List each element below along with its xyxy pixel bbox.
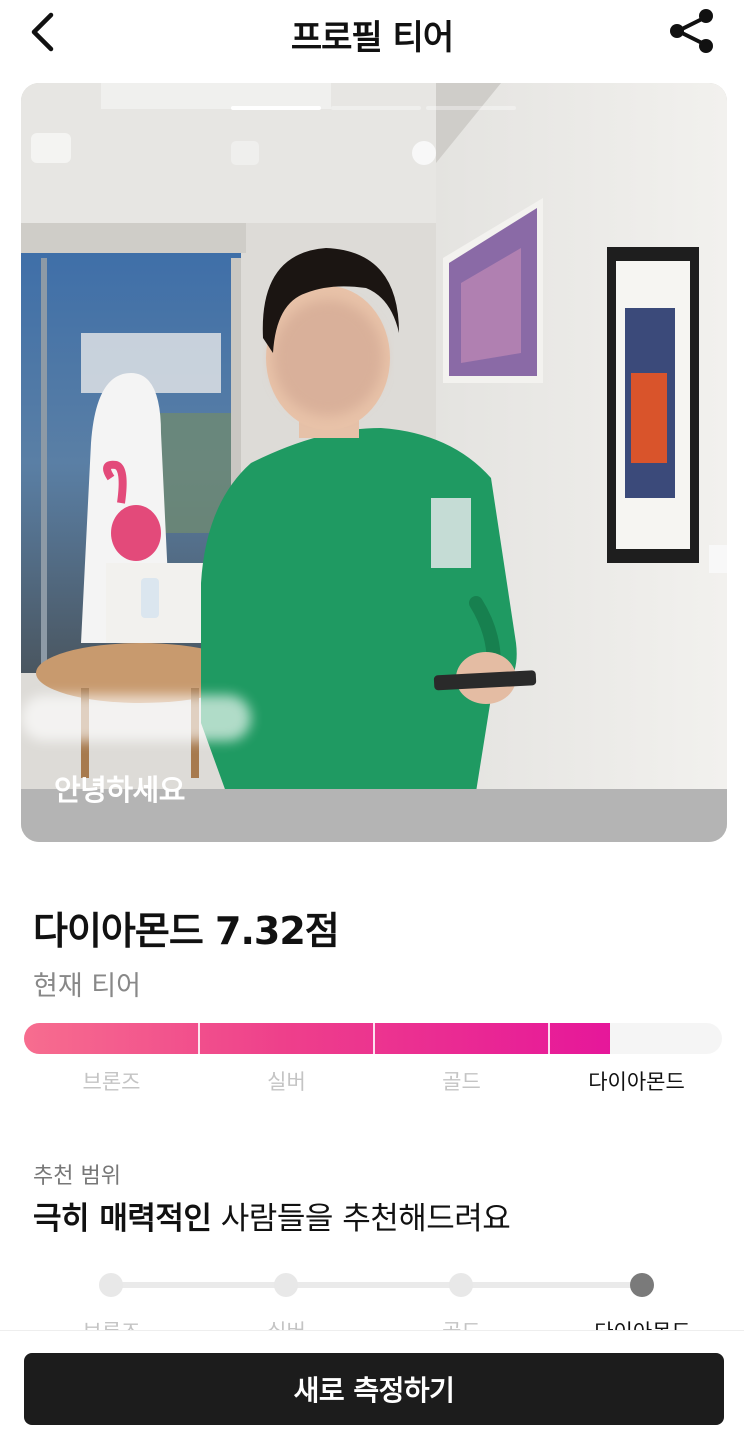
- recommend-range-text: 극히 매력적인 사람들을 추천해드려요: [33, 1193, 511, 1238]
- tier-progress-fill: [24, 1023, 611, 1054]
- photo-page-indicator: [331, 106, 421, 110]
- range-step-dot: [274, 1273, 298, 1297]
- tier-divider: [198, 1023, 200, 1054]
- recommend-range-caption: 추천 범위: [33, 1164, 121, 1189]
- page-title: 프로필 티어: [290, 18, 454, 58]
- photo-caption: 안녕하세요: [54, 773, 185, 807]
- profile-photo-card[interactable]: 안녕하세요: [21, 83, 727, 842]
- share-icon: [670, 9, 713, 53]
- current-tier-subtitle: 현재 티어: [33, 971, 141, 1002]
- tier-label-silver: 실버: [267, 1070, 306, 1094]
- range-step-dot-active: [630, 1273, 654, 1297]
- tier-label-diamond: 다이아몬드: [588, 1070, 685, 1094]
- tier-label-gold: 골드: [442, 1070, 481, 1094]
- app-header: 프로필 티어: [0, 0, 744, 64]
- recommend-highlight: 극히 매력적인: [33, 1201, 212, 1237]
- recommend-rest: 사람들을 추천해드려요: [211, 1201, 511, 1237]
- tier-label-bronze: 브론즈: [82, 1070, 141, 1094]
- range-step-dot: [449, 1273, 473, 1297]
- photo-page-indicator: [426, 106, 516, 110]
- tier-divider: [373, 1023, 375, 1054]
- tier-progress-bar: [24, 1023, 722, 1054]
- remeasure-button[interactable]: 새로 측정하기: [24, 1353, 724, 1425]
- recommend-range-track: [111, 1282, 643, 1288]
- range-step-dot: [99, 1273, 123, 1297]
- blurred-tag: [21, 695, 251, 741]
- share-button[interactable]: [666, 6, 718, 56]
- tier-score-title: 다이아몬드 7.32점: [33, 909, 340, 953]
- tier-divider: [548, 1023, 550, 1054]
- photo-page-indicator-active: [231, 106, 321, 110]
